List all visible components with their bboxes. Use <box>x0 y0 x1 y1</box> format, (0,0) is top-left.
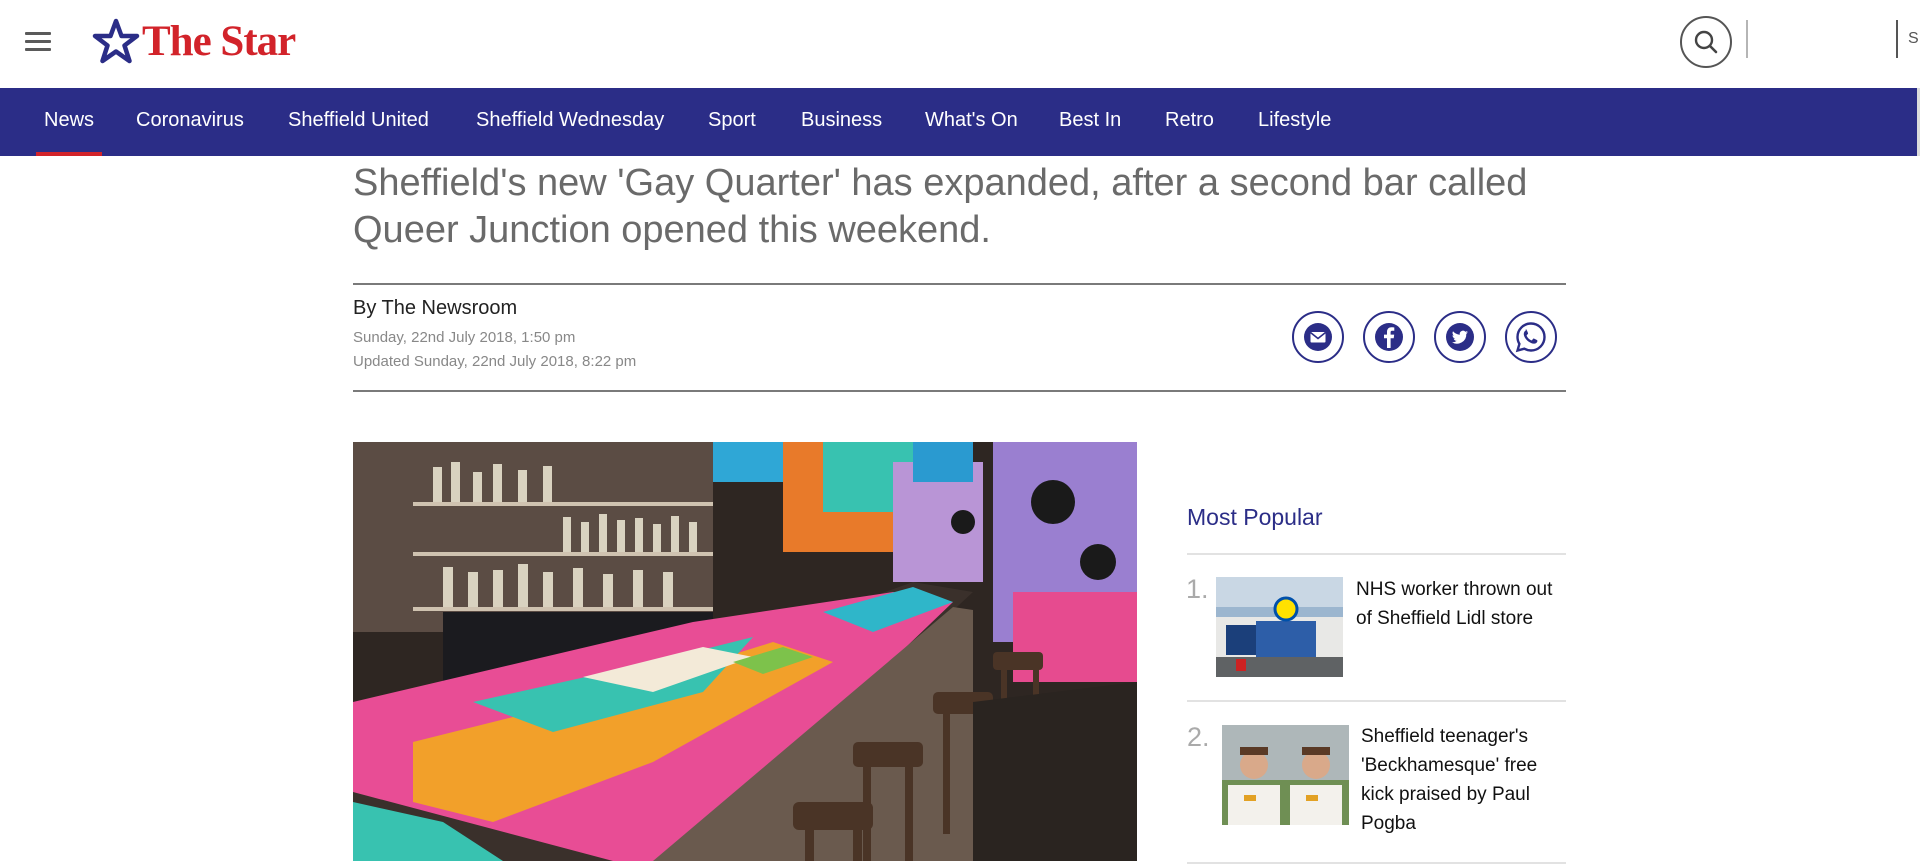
brand-name: The Star <box>142 18 296 65</box>
star-logo-icon <box>92 18 140 64</box>
bar-interior-image <box>353 442 1137 861</box>
facebook-icon <box>1375 323 1403 351</box>
twitter-icon <box>1446 323 1474 351</box>
popular-article-link[interactable]: Sheffield teenager's 'Beckhamesque' free… <box>1361 722 1561 838</box>
site-logo[interactable]: The Star <box>92 18 296 66</box>
nav-item-sheffield-wednesday[interactable]: Sheffield Wednesday <box>476 88 664 156</box>
nav-item-whats-on[interactable]: What's On <box>925 88 1018 156</box>
nav-item-business[interactable]: Business <box>801 88 882 156</box>
article-byline[interactable]: By The Newsroom <box>353 297 517 320</box>
updated-date: Updated Sunday, 22nd July 2018, 8:22 pm <box>353 353 637 370</box>
teenager-photo-image <box>1222 725 1349 825</box>
most-popular-heading: Most Popular <box>1187 504 1323 530</box>
main-nav: News Coronavirus Sheffield United Sheffi… <box>0 88 1920 156</box>
signin-link[interactable]: S <box>1908 30 1919 48</box>
share-twitter-button[interactable] <box>1434 311 1486 363</box>
header-divider <box>1896 20 1898 58</box>
divider <box>1187 862 1566 864</box>
rank-number: 2. <box>1187 722 1210 752</box>
published-date: Sunday, 22nd July 2018, 1:50 pm <box>353 329 576 346</box>
search-button[interactable] <box>1680 16 1732 68</box>
email-icon <box>1304 323 1332 351</box>
whatsapp-icon <box>1515 322 1546 353</box>
article-thumbnail[interactable] <box>1216 577 1343 677</box>
divider <box>1187 700 1566 702</box>
rank-number: 1. <box>1186 574 1209 604</box>
nav-item-retro[interactable]: Retro <box>1165 88 1214 156</box>
nav-item-coronavirus[interactable]: Coronavirus <box>136 88 244 156</box>
nav-item-sheffield-united[interactable]: Sheffield United <box>288 88 429 156</box>
nav-item-sport[interactable]: Sport <box>708 88 756 156</box>
share-facebook-button[interactable] <box>1363 311 1415 363</box>
header-divider <box>1746 20 1748 58</box>
site-header: The Star S <box>0 0 1920 88</box>
nav-item-lifestyle[interactable]: Lifestyle <box>1258 88 1331 156</box>
nav-item-best-in[interactable]: Best In <box>1059 88 1121 156</box>
divider <box>353 283 1566 285</box>
nav-item-news[interactable]: News <box>35 88 103 156</box>
search-icon <box>1694 30 1718 54</box>
article-headline: Sheffield's new 'Gay Quarter' has expand… <box>353 162 1528 251</box>
lidl-store-image <box>1216 577 1343 677</box>
article-thumbnail[interactable] <box>1222 725 1349 825</box>
article-hero-image[interactable] <box>353 442 1137 861</box>
share-whatsapp-button[interactable] <box>1505 311 1557 363</box>
divider <box>353 390 1566 392</box>
share-email-button[interactable] <box>1292 311 1344 363</box>
divider <box>1187 553 1566 555</box>
menu-icon[interactable] <box>25 32 51 52</box>
popular-article-link[interactable]: NHS worker thrown out of Sheffield Lidl … <box>1356 575 1566 633</box>
